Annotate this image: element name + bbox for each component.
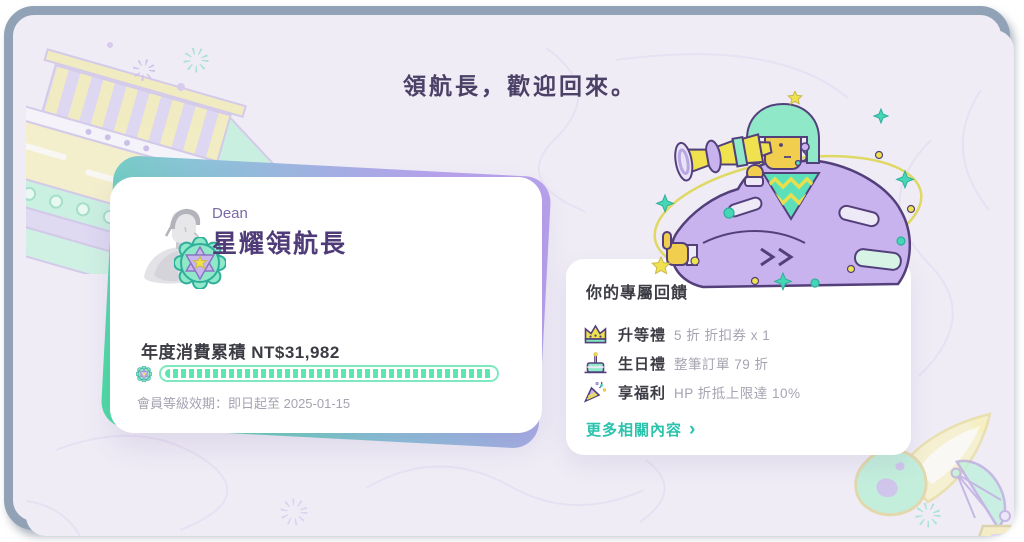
benefit-desc: 5 折 折扣券 x 1: [674, 328, 771, 343]
chevron-right-icon: ›: [689, 418, 697, 440]
tier-progress: [136, 365, 516, 383]
party-popper-icon: [583, 381, 607, 403]
birthday-cake-icon: [584, 352, 607, 374]
page-background: 領航長，歡迎回來。 Dean 星耀領航長 年度消費累積 NT$31,982 會員…: [26, 30, 1014, 536]
more-related-content-link[interactable]: 更多相關內容 ›: [586, 419, 696, 440]
more-link-label: 更多相關內容: [586, 422, 683, 439]
member-tier-title: 星耀領航長: [212, 230, 348, 258]
benefit-row-birthday: 生日禮 整筆訂單 79 折: [582, 350, 769, 376]
annual-spending-value: NT$31,982: [251, 343, 340, 362]
tier-progress-fill: [165, 369, 493, 378]
satellite-dish-illustration: [950, 459, 1014, 536]
tier-progress-track: [159, 365, 499, 382]
benefits-title: 你的專屬回饋: [586, 285, 689, 302]
crown-icon: [584, 324, 607, 344]
benefit-row-upgrade: 升等禮 5 折 折扣券 x 1: [582, 321, 770, 347]
member-name: Dean: [212, 205, 248, 222]
benefit-label: 生日禮: [618, 355, 667, 373]
benefit-desc: 整筆訂單 79 折: [674, 357, 769, 372]
benefit-label: 升等禮: [618, 326, 667, 344]
member-card: Dean 星耀領航長 年度消費累積 NT$31,982 會員等級效期：即日起至 …: [110, 177, 542, 433]
benefit-desc: HP 折抵上限達 10%: [674, 386, 801, 401]
window-frame: 領航長，歡迎回來。 Dean 星耀領航長 年度消費累積 NT$31,982 會員…: [4, 6, 1014, 536]
annual-spending-label: 年度消費累積: [141, 343, 246, 362]
benefit-row-perks: 享福利 HP 折抵上限達 10%: [582, 379, 801, 405]
annual-spending: 年度消費累積 NT$31,982: [141, 338, 340, 363]
page-title: 領航長，歡迎回來。: [403, 73, 637, 99]
tier-flower-badge-icon: [136, 366, 152, 382]
benefit-label: 享福利: [618, 384, 667, 402]
tier-validity-text: 會員等級效期：即日起至 2025-01-15: [137, 396, 351, 411]
benefits-card: 你的專屬回饋 升等禮 5 折 折扣券 x 1 生日禮 整筆訂單 79 折 享福利…: [566, 259, 911, 455]
